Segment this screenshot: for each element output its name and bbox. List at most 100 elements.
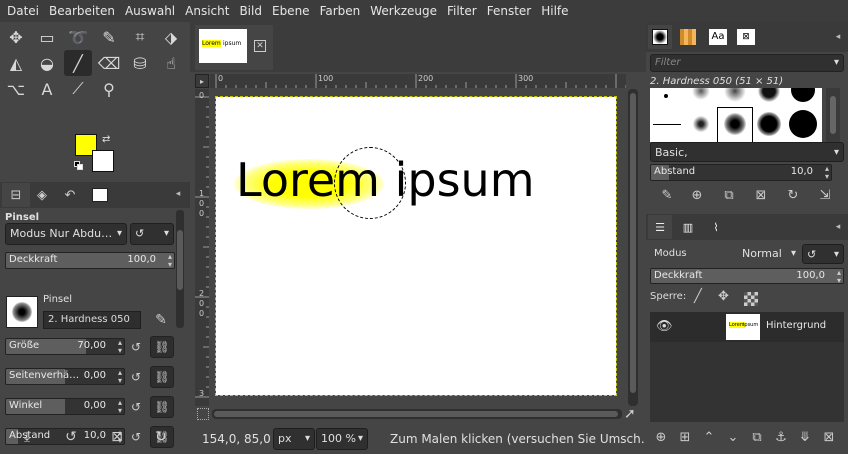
delete-brush-icon[interactable]: ⊠	[750, 184, 772, 206]
lock-alpha-icon[interactable]	[744, 292, 758, 306]
edit-brush-icon[interactable]: ✎	[656, 184, 678, 206]
color-picker-icon[interactable]: ⟋	[64, 76, 92, 102]
spin-arrows-icon[interactable]: ▴ ▾	[118, 339, 122, 354]
tab-images[interactable]	[86, 183, 114, 207]
clone-icon[interactable]: ⛁	[126, 50, 154, 76]
spin-arrows-icon[interactable]: ▴ ▾	[837, 269, 841, 283]
duplicate-brush-icon[interactable]: ⧉	[718, 184, 740, 206]
paint-mode-combo[interactable]: Modus Nur Abdu… ▾	[5, 223, 127, 245]
brush-cell[interactable]	[752, 108, 786, 142]
reset-options-icon[interactable]: ↻	[150, 426, 172, 448]
rect-select-icon[interactable]: ▭	[33, 24, 61, 50]
layer-opacity-slider[interactable]: Deckkraft 100,0 ▴ ▾	[650, 268, 844, 284]
restore-options-icon[interactable]: ↺	[60, 426, 82, 448]
text-tool-icon[interactable]: A	[33, 76, 61, 102]
tab-paths[interactable]: ⌇	[704, 215, 728, 239]
tab-fonts[interactable]: Aa	[706, 25, 730, 49]
bucket-fill-icon[interactable]: ◒	[33, 50, 61, 76]
tab-document-history[interactable]: ⊠	[734, 25, 758, 49]
tool-options-scrollbar[interactable]	[176, 210, 184, 328]
brush-tag-combo[interactable]: Basic, ▾	[650, 142, 844, 162]
brush-preview[interactable]	[6, 296, 38, 328]
layer-mode-combo[interactable]: Normal ▾	[738, 244, 800, 264]
new-brush-icon[interactable]: ⊕	[686, 184, 708, 206]
eraser-icon[interactable]: ⌫	[95, 50, 123, 76]
layer-name[interactable]: Hintergrund	[766, 320, 826, 331]
link-size-icon[interactable]: ⛓	[150, 336, 174, 358]
menu-fenster[interactable]: Fenster	[482, 0, 537, 22]
brush-grid[interactable]	[650, 88, 822, 142]
aspect-slider[interactable]: Seitenverhä… 0,00 ▴ ▾	[5, 368, 125, 385]
swap-colors-icon[interactable]: ⇄	[102, 134, 110, 145]
raise-layer-icon[interactable]: ⌃	[698, 426, 720, 448]
reset-size-icon[interactable]: ↺	[128, 339, 144, 355]
crop-icon[interactable]: ⌗	[126, 24, 154, 50]
canvas-area[interactable]: Lorem ipsum	[210, 89, 626, 406]
refresh-brushes-icon[interactable]: ↻	[782, 184, 804, 206]
image-canvas[interactable]: Lorem ipsum	[215, 96, 617, 396]
brush-grid-scrollbar[interactable]	[826, 88, 840, 142]
menu-filter[interactable]: Filter	[442, 0, 482, 22]
lower-layer-icon[interactable]: ⌄	[722, 426, 744, 448]
tab-brushes[interactable]	[648, 25, 672, 49]
close-icon[interactable]: ✕	[254, 40, 266, 52]
menu-hilfe[interactable]: Hilfe	[536, 0, 573, 22]
spin-arrows-icon[interactable]: ▴ ▾	[118, 399, 122, 414]
spin-arrows-icon[interactable]: ▴ ▾	[118, 369, 122, 384]
default-colors-icon[interactable]	[74, 161, 84, 171]
menu-farben[interactable]: Farben	[315, 0, 366, 22]
brush-cell[interactable]	[684, 108, 718, 142]
save-options-icon[interactable]: ⤓	[16, 426, 38, 448]
delete-options-icon[interactable]: ⊠	[106, 426, 128, 448]
menu-bild[interactable]: Bild	[234, 0, 267, 22]
move-tool-icon[interactable]: ✥	[2, 24, 30, 50]
brush-spacing-slider[interactable]: Abstand 10,0 ▴ ▾	[650, 164, 832, 181]
menu-auswahl[interactable]: Auswahl	[120, 0, 180, 22]
dock-menu-icon[interactable]: ◂	[832, 221, 844, 233]
quick-mask-menu-icon[interactable]: ▸	[195, 74, 209, 88]
merge-down-icon[interactable]: ⤋	[794, 426, 816, 448]
edit-brush-icon[interactable]: ✎	[150, 309, 172, 331]
lasso-icon[interactable]: ➰	[64, 24, 92, 50]
spin-arrows-icon[interactable]: ▴ ▾	[825, 165, 829, 180]
menu-ansicht[interactable]: Ansicht	[180, 0, 234, 22]
menu-datei[interactable]: Datei	[2, 0, 44, 22]
mode-reset-combo[interactable]: ↺ ▾	[130, 223, 174, 245]
quick-mask-toggle-icon[interactable]	[197, 408, 209, 420]
unit-combo[interactable]: px ▾	[273, 428, 315, 450]
duplicate-layer-icon[interactable]: ⧉	[746, 426, 768, 448]
vertical-scrollbar[interactable]	[628, 89, 638, 406]
navigate-icon[interactable]: ➚	[624, 406, 636, 422]
menu-werkzeuge[interactable]: Werkzeuge	[365, 0, 442, 22]
brush-cell[interactable]	[650, 108, 684, 142]
size-slider[interactable]: Größe 70,00 ▴ ▾	[5, 338, 125, 355]
brush-filter-input[interactable]: Filter ▾	[650, 54, 844, 72]
delete-layer-icon[interactable]: ⊠	[818, 426, 840, 448]
image-tab[interactable]: Lorem ipsum ✕	[195, 25, 273, 70]
zoom-combo[interactable]: 100 % ▾	[316, 428, 368, 450]
warp-icon[interactable]: ◭	[2, 50, 30, 76]
lock-pixels-icon[interactable]: ╱	[694, 289, 702, 304]
opacity-slider[interactable]: Deckkraft 100,0 ▴ ▾	[5, 252, 175, 269]
anchor-layer-icon[interactable]: ⚓	[770, 426, 792, 448]
layer-row[interactable]: 👁 Lorem ipsum Hintergrund	[650, 312, 844, 342]
tab-channels[interactable]: ▥	[676, 215, 700, 239]
paintbrush-icon[interactable]: ╱	[64, 50, 92, 76]
brush-cell[interactable]	[786, 108, 820, 142]
new-layer-icon[interactable]: ⊕	[650, 426, 672, 448]
lock-position-icon[interactable]: ✥	[718, 289, 729, 304]
tab-undo-history[interactable]: ↶	[56, 183, 84, 207]
tab-device-status[interactable]: ◈	[28, 183, 56, 207]
tab-layers[interactable]: ☰	[648, 215, 672, 239]
brush-name-field[interactable]: 2. Hardness 050	[43, 311, 141, 329]
link-aspect-icon[interactable]: ⛓	[150, 366, 174, 388]
link-angle-icon[interactable]: ⛓	[150, 396, 174, 418]
brush-cell-selected[interactable]	[717, 107, 753, 142]
paths-icon[interactable]: ⌥	[2, 76, 30, 102]
fuzzy-select-icon[interactable]: ✎	[95, 24, 123, 50]
tab-tool-options[interactable]: ⊟	[2, 183, 30, 207]
dock-menu-icon[interactable]: ◂	[832, 31, 844, 43]
menu-ebene[interactable]: Ebene	[267, 0, 315, 22]
reset-aspect-icon[interactable]: ↺	[128, 369, 144, 385]
horizontal-scrollbar[interactable]	[212, 409, 622, 419]
